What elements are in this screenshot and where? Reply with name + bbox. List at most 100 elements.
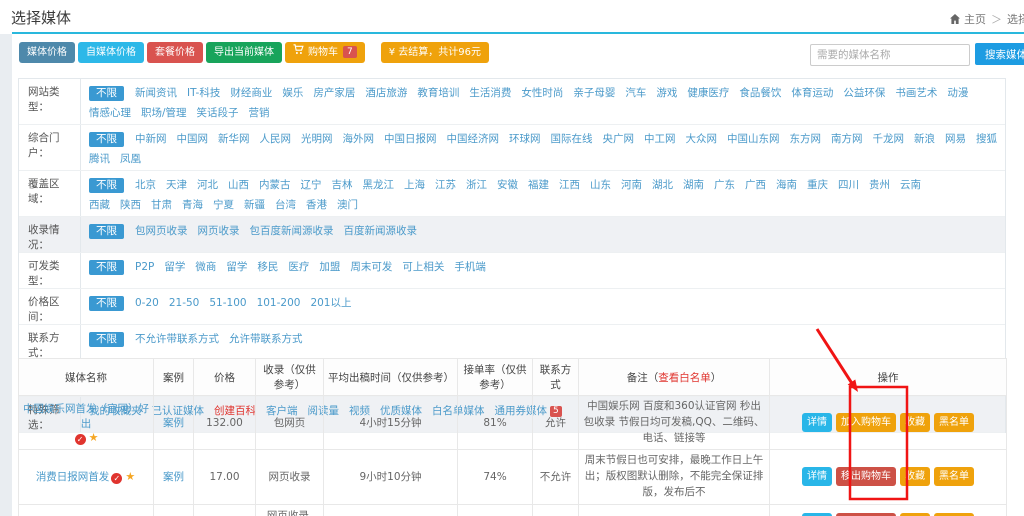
- filter-option[interactable]: 海外网: [343, 133, 375, 145]
- filter-option[interactable]: 宁夏: [213, 199, 234, 211]
- filter-option[interactable]: 职场/管理: [141, 107, 187, 119]
- filter-chip-selected[interactable]: 不限: [89, 224, 124, 239]
- filter-option[interactable]: 四川: [838, 179, 859, 191]
- filter-chip-selected[interactable]: 不限: [89, 296, 124, 311]
- filter-option[interactable]: 云南: [900, 179, 921, 191]
- filter-option[interactable]: 新华网: [218, 133, 250, 145]
- filter-option[interactable]: 甘肃: [151, 199, 172, 211]
- media-name-link[interactable]: 中国娱乐网首发（官网）好出: [23, 403, 149, 430]
- filter-option[interactable]: 海南: [776, 179, 797, 191]
- search-media-button[interactable]: 搜索媒体: [975, 43, 1024, 65]
- blacklist-button[interactable]: 黑名单: [934, 413, 974, 432]
- filter-option[interactable]: 吉林: [332, 179, 353, 191]
- filter-option[interactable]: 陕西: [120, 199, 141, 211]
- filter-option[interactable]: 食品餐饮: [739, 87, 781, 99]
- filter-option[interactable]: 0-20: [135, 297, 159, 309]
- case-link[interactable]: 案例: [163, 417, 184, 429]
- filter-option[interactable]: 101-200: [257, 297, 301, 309]
- filter-option[interactable]: 201以上: [310, 297, 351, 309]
- filter-option[interactable]: 移民: [257, 261, 278, 273]
- detail-button[interactable]: 详情: [802, 413, 832, 432]
- filter-option[interactable]: 浙江: [466, 179, 487, 191]
- filter-option[interactable]: 中国网: [177, 133, 209, 145]
- blacklist-button[interactable]: 黑名单: [934, 467, 974, 486]
- filter-chip-selected[interactable]: 不限: [89, 260, 124, 275]
- filter-option[interactable]: 河南: [621, 179, 642, 191]
- package-price-button[interactable]: 套餐价格: [147, 42, 203, 63]
- filter-option[interactable]: 营销: [249, 107, 270, 119]
- filter-option[interactable]: 山西: [228, 179, 249, 191]
- filter-option[interactable]: 台湾: [275, 199, 296, 211]
- filter-option[interactable]: 不允许带联系方式: [135, 333, 219, 345]
- filter-option[interactable]: 公益环保: [843, 87, 885, 99]
- filter-option[interactable]: 内蒙古: [259, 179, 291, 191]
- filter-option[interactable]: 财经商业: [230, 87, 272, 99]
- filter-chip-selected[interactable]: 不限: [89, 132, 124, 147]
- filter-option[interactable]: 福建: [528, 179, 549, 191]
- add-to-cart-button[interactable]: 加入购物车: [836, 413, 896, 432]
- filter-option[interactable]: 贵州: [869, 179, 890, 191]
- filter-option[interactable]: 重庆: [807, 179, 828, 191]
- filter-option[interactable]: 广东: [714, 179, 735, 191]
- filter-option[interactable]: 体育运动: [791, 87, 833, 99]
- filter-option[interactable]: 南方网: [831, 133, 863, 145]
- view-whitelist-link[interactable]: 查看白名单: [658, 372, 711, 384]
- filter-option[interactable]: 可上相关: [402, 261, 444, 273]
- filter-option[interactable]: 生活消费: [469, 87, 511, 99]
- filter-option[interactable]: 国际在线: [551, 133, 593, 145]
- filter-option[interactable]: 留学: [164, 261, 185, 273]
- filter-option[interactable]: 青海: [182, 199, 203, 211]
- filter-option[interactable]: 光明网: [301, 133, 333, 145]
- detail-button[interactable]: 详情: [802, 467, 832, 486]
- filter-option[interactable]: 娱乐: [282, 87, 303, 99]
- filter-option[interactable]: 人民网: [260, 133, 292, 145]
- filter-option[interactable]: 微商: [195, 261, 216, 273]
- filter-option[interactable]: 包百度新闻源收录: [250, 225, 334, 237]
- checkout-button[interactable]: ¥ 去结算，共计96元: [381, 42, 489, 63]
- filter-option[interactable]: 千龙网: [873, 133, 905, 145]
- filter-option[interactable]: 澳门: [337, 199, 358, 211]
- media-price-button[interactable]: 媒体价格: [19, 42, 75, 63]
- filter-option[interactable]: 中国日报网: [384, 133, 437, 145]
- filter-option[interactable]: 亲子母婴: [573, 87, 615, 99]
- filter-option[interactable]: 天津: [166, 179, 187, 191]
- favorite-button[interactable]: 收藏: [900, 413, 930, 432]
- filter-option[interactable]: 21-50: [169, 297, 200, 309]
- filter-option[interactable]: 中国经济网: [447, 133, 500, 145]
- filter-option[interactable]: 江苏: [435, 179, 456, 191]
- filter-option[interactable]: 中国山东网: [727, 133, 780, 145]
- filter-option[interactable]: 游戏: [656, 87, 677, 99]
- filter-option[interactable]: 房产家居: [313, 87, 355, 99]
- filter-option[interactable]: 书画艺术: [895, 87, 937, 99]
- filter-option[interactable]: 大众网: [686, 133, 718, 145]
- filter-option[interactable]: 手机端: [454, 261, 486, 273]
- filter-option[interactable]: 西藏: [89, 199, 110, 211]
- export-current-media-button[interactable]: 导出当前媒体: [206, 42, 282, 63]
- filter-option[interactable]: 汽车: [625, 87, 646, 99]
- filter-option[interactable]: P2P: [135, 261, 154, 273]
- filter-chip-selected[interactable]: 不限: [89, 178, 124, 193]
- filter-option[interactable]: 51-100: [209, 297, 246, 309]
- filter-option[interactable]: 搜狐: [976, 133, 997, 145]
- media-name-link[interactable]: 消费日报网首发: [36, 471, 110, 483]
- filter-option[interactable]: 东方网: [790, 133, 822, 145]
- filter-option[interactable]: 加盟: [319, 261, 340, 273]
- filter-option[interactable]: 安徽: [497, 179, 518, 191]
- filter-option[interactable]: 山东: [590, 179, 611, 191]
- filter-option[interactable]: 湖北: [652, 179, 673, 191]
- filter-option[interactable]: 新浪: [914, 133, 935, 145]
- filter-option[interactable]: 黑龙江: [363, 179, 395, 191]
- filter-option[interactable]: IT-科技: [187, 87, 220, 99]
- case-link[interactable]: 案例: [163, 471, 184, 483]
- filter-option[interactable]: 香港: [306, 199, 327, 211]
- filter-option[interactable]: 上海: [404, 179, 425, 191]
- favorite-button[interactable]: 收藏: [900, 467, 930, 486]
- filter-option[interactable]: 环球网: [509, 133, 541, 145]
- filter-option[interactable]: 北京: [135, 179, 156, 191]
- filter-option[interactable]: 新疆: [244, 199, 265, 211]
- filter-option[interactable]: 湖南: [683, 179, 704, 191]
- filter-option[interactable]: 情感心理: [89, 107, 131, 119]
- filter-option[interactable]: 笑话段子: [197, 107, 239, 119]
- filter-option[interactable]: 百度新闻源收录: [344, 225, 418, 237]
- filter-option[interactable]: 央广网: [603, 133, 635, 145]
